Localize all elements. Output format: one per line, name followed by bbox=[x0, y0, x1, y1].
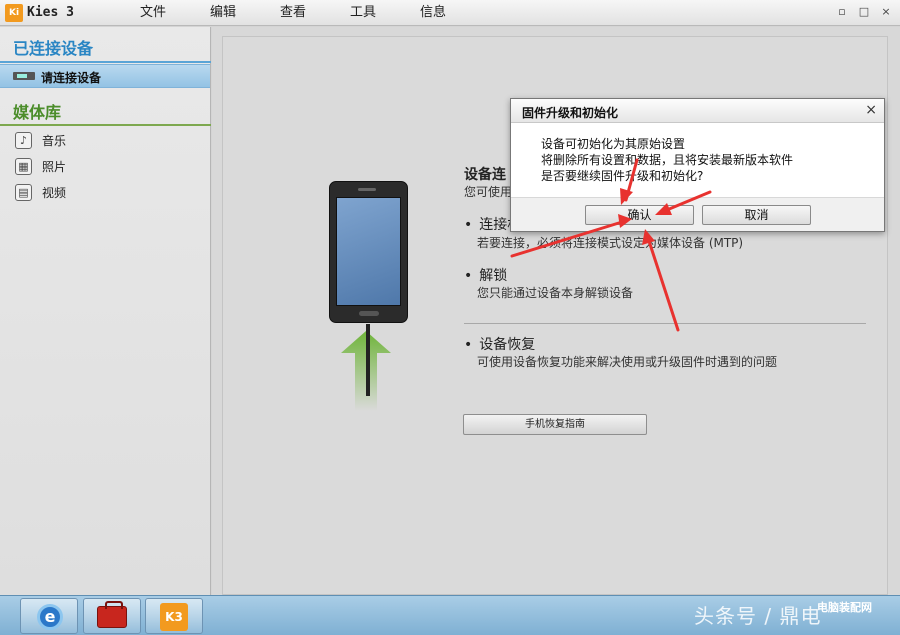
usb-cable bbox=[366, 324, 370, 396]
usb-device-icon bbox=[13, 72, 35, 80]
dialog-message-line: 将删除所有设置和数据，且将安装最新版本软件 bbox=[541, 153, 794, 167]
kies-icon: K3 bbox=[160, 603, 188, 631]
section-divider bbox=[464, 323, 866, 324]
taskbar-ie-button[interactable]: e bbox=[20, 598, 78, 634]
dialog-footer: 确认 取消 bbox=[511, 197, 884, 231]
window-controls: ▫ □ × bbox=[836, 6, 892, 18]
sidebar-item-label: 音乐 bbox=[42, 133, 67, 148]
media-library-title: 媒体库 bbox=[13, 103, 62, 122]
connect-heading: 设备连 bbox=[464, 167, 506, 183]
menu-info[interactable]: 信息 bbox=[398, 4, 468, 22]
close-icon[interactable]: × bbox=[865, 102, 877, 118]
menu-edit[interactable]: 编辑 bbox=[188, 4, 258, 22]
library-divider bbox=[0, 124, 211, 126]
connect-subheading: 您可使用 bbox=[464, 185, 513, 199]
dialog-message-line: 设备可初始化为其原始设置 bbox=[541, 137, 686, 151]
sidebar-item-video[interactable]: ▤ 视频 bbox=[15, 182, 66, 202]
app-title: Kies 3 bbox=[27, 5, 74, 20]
sidebar-item-music[interactable]: ♪ 音乐 bbox=[15, 130, 66, 150]
phone-home-button bbox=[359, 311, 379, 316]
toolbox-icon bbox=[97, 601, 127, 628]
title-bar: Ki Kies 3 文件 编辑 查看 工具 信息 ▫ □ × bbox=[0, 0, 900, 26]
devices-divider bbox=[0, 61, 211, 63]
menu-tools[interactable]: 工具 bbox=[328, 4, 398, 22]
bullet-unlock-desc: 您只能通过设备本身解锁设备 bbox=[477, 286, 634, 300]
menu-file[interactable]: 文件 bbox=[118, 4, 188, 22]
watermark-site: 电脑装配网 bbox=[817, 601, 872, 614]
bullet-recovery-desc: 可使用设备恢复功能来解决使用或升级固件时遇到的问题 bbox=[477, 355, 778, 369]
firmware-dialog: 固件升级和初始化 × 设备可初始化为其原始设置 将删除所有设置和数据，且将安装最… bbox=[510, 98, 885, 232]
cancel-button[interactable]: 取消 bbox=[702, 205, 811, 225]
taskbar-toolbox-button[interactable] bbox=[83, 598, 141, 634]
internet-explorer-icon: e bbox=[37, 604, 63, 630]
sidebar-item-label: 视频 bbox=[42, 185, 67, 200]
taskbar-kies-button[interactable]: K3 bbox=[145, 598, 203, 634]
connected-devices-title: 已连接设备 bbox=[13, 39, 94, 58]
photo-icon: ▦ bbox=[15, 157, 32, 175]
close-window-icon[interactable]: × bbox=[880, 6, 892, 18]
bullet-connect-desc: 若要连接，必须将连接模式设定为媒体设备 (MTP) bbox=[477, 236, 744, 250]
dialog-header: 固件升级和初始化 × bbox=[511, 99, 884, 123]
sidebar-item-connect-device[interactable]: 请连接设备 bbox=[0, 64, 210, 88]
maximize-icon[interactable]: □ bbox=[858, 6, 870, 18]
menu-view[interactable]: 查看 bbox=[258, 4, 328, 22]
dialog-message-line: 是否要继续固件升级和初始化? bbox=[541, 169, 704, 183]
device-label: 请连接设备 bbox=[41, 71, 102, 85]
recovery-guide-button[interactable]: 手机恢复指南 bbox=[463, 414, 647, 435]
bullet-unlock-title: 解锁 bbox=[464, 265, 507, 285]
minimize-icon[interactable]: ▫ bbox=[836, 6, 848, 18]
confirm-button[interactable]: 确认 bbox=[585, 205, 694, 225]
menu-bar: 文件 编辑 查看 工具 信息 bbox=[118, 4, 468, 22]
bullet-recovery-title: 设备恢复 bbox=[464, 334, 535, 354]
phone-speaker bbox=[358, 188, 376, 191]
music-icon: ♪ bbox=[15, 131, 32, 149]
video-icon: ▤ bbox=[15, 183, 32, 201]
dialog-title: 固件升级和初始化 bbox=[522, 106, 619, 120]
sidebar-item-photos[interactable]: ▦ 照片 bbox=[15, 156, 66, 176]
watermark-text: 头条号 / 鼎电 bbox=[694, 604, 822, 628]
phone-screen bbox=[336, 197, 401, 306]
sidebar: 已连接设备 请连接设备 媒体库 ♪ 音乐 ▦ 照片 ▤ 视频 bbox=[0, 27, 211, 595]
phone-illustration bbox=[329, 181, 408, 323]
kies-logo-icon: Ki bbox=[5, 4, 23, 22]
sidebar-item-label: 照片 bbox=[42, 159, 67, 174]
